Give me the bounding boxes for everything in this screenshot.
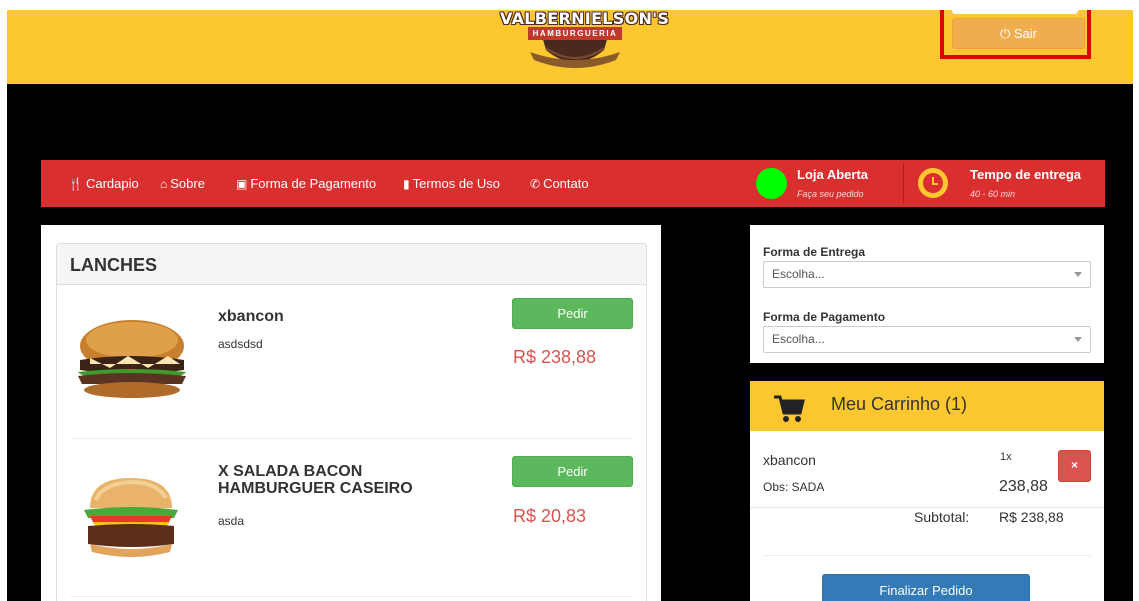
delivery-method-select[interactable]: Escolha...: [763, 261, 1091, 288]
burger-image[interactable]: [76, 470, 196, 570]
product-description: asdsdsd: [218, 337, 263, 351]
cart-panel: Meu Carrinho (1) xbancon Obs: SADA 1x 23…: [750, 381, 1104, 601]
cart-item-obs: Obs: SADA: [763, 480, 825, 494]
nav-item-sobre[interactable]: ⌂ Sobre: [160, 160, 205, 207]
product-price: R$ 20,83: [513, 506, 587, 526]
delivery-time-value: 40 - 60 min: [970, 189, 1016, 199]
nav-label: Sobre: [170, 176, 205, 191]
cart-item-qty: 1x: [1000, 451, 1012, 463]
logo-subtitle: HAMBURGUERIA: [528, 27, 622, 40]
chevron-down-icon: [1074, 272, 1082, 277]
order-form-panel: Forma de Entrega Escolha... Forma de Pag…: [750, 225, 1104, 363]
nav-label: Cardapio: [85, 176, 139, 191]
clock-icon: [918, 168, 948, 198]
nav-item-cardapio[interactable]: 🍴 Cardapio: [68, 160, 139, 207]
money-icon: ▣: [236, 177, 248, 191]
finalize-order-button[interactable]: Finalizar Pedido: [822, 574, 1030, 601]
payment-method-label: Forma de Pagamento: [763, 310, 886, 324]
page: VALBERNIELSON'S HAMBURGUERIA ⏻ Sair 🍴 Car…: [0, 0, 1139, 601]
sair-highlight: ⏻ Sair: [940, 10, 1091, 59]
product-name: xbancon: [218, 308, 284, 325]
divider: [903, 164, 904, 203]
home-icon: ⌂: [160, 177, 168, 191]
nav-label: Forma de Pagamento: [250, 176, 377, 191]
product-description: asda: [218, 514, 245, 528]
sair-label: Sair: [1013, 26, 1038, 41]
nav-item-termos[interactable]: ▮ Termos de Uso: [403, 160, 500, 207]
product-item: xbancon asdsdsd Pedir R$ 238,88: [70, 285, 633, 435]
pedir-button[interactable]: Pedir: [512, 298, 633, 329]
logo-title: VALBERNIELSON'S: [500, 9, 670, 28]
cart-title: Meu Carrinho (1): [831, 394, 968, 414]
login-field-edge[interactable]: [952, 10, 1078, 14]
product-name: X SALADA BACON HAMBURGUER CASEIRO: [218, 463, 413, 497]
store-status-indicator: [756, 168, 787, 199]
store-status-title: Loja Aberta: [797, 167, 869, 182]
delivery-method-value: Escolha...: [772, 267, 825, 281]
product-price: R$ 238,88: [513, 347, 597, 367]
cutlery-icon: 🍴: [68, 177, 83, 191]
remove-item-button[interactable]: ×: [1058, 450, 1091, 482]
burger-image[interactable]: [70, 308, 190, 408]
nav-label: Termos de Uso: [412, 176, 501, 191]
logo[interactable]: VALBERNIELSON'S HAMBURGUERIA: [500, 9, 670, 76]
shopping-cart-icon: [772, 393, 806, 423]
payment-method-select[interactable]: Escolha...: [763, 326, 1091, 353]
file-icon: ▮: [403, 177, 410, 191]
divider: [763, 555, 1091, 556]
payment-method-value: Escolha...: [772, 332, 825, 346]
product-item: X SALADA BACON HAMBURGUER CASEIRO asda P…: [70, 440, 633, 590]
product-divider: [70, 438, 633, 439]
divider: [750, 507, 1104, 508]
main-nav: 🍴 Cardapio ⌂ Sobre ▣ Forma de Pagamento ▮ Te…: [41, 160, 1105, 207]
nav-item-forma-pagamento[interactable]: ▣ Forma de Pagamento: [236, 160, 376, 207]
nav-item-contato[interactable]: ✆ Contato: [530, 160, 589, 207]
cart-item-price: 238,88: [999, 478, 1048, 495]
product-divider: [70, 596, 633, 597]
subtotal-label: Subtotal:: [914, 509, 970, 525]
header: VALBERNIELSON'S HAMBURGUERIA ⏻ Sair: [7, 10, 1133, 84]
menu-panel: LANCHES xbancon asdsdsd Pedir R$ 238,88 …: [41, 225, 661, 601]
section-title: LANCHES: [57, 244, 646, 285]
subtotal-value: R$ 238,88: [999, 509, 1064, 525]
chevron-down-icon: [1074, 337, 1082, 342]
store-status-subtitle: Faça seu pedido: [797, 189, 864, 199]
close-icon: ×: [1070, 458, 1078, 472]
power-icon: ⏻: [999, 26, 1011, 41]
cart-item-name: xbancon: [763, 452, 816, 468]
cart-header: Meu Carrinho (1): [750, 381, 1104, 431]
sair-button[interactable]: ⏻ Sair: [952, 18, 1085, 49]
pedir-button[interactable]: Pedir: [512, 456, 633, 487]
menu-card: LANCHES xbancon asdsdsd Pedir R$ 238,88 …: [56, 243, 647, 601]
delivery-method-label: Forma de Entrega: [763, 245, 866, 259]
delivery-time-title: Tempo de entrega: [970, 167, 1082, 182]
nav-label: Contato: [543, 176, 589, 191]
phone-icon: ✆: [530, 177, 541, 191]
